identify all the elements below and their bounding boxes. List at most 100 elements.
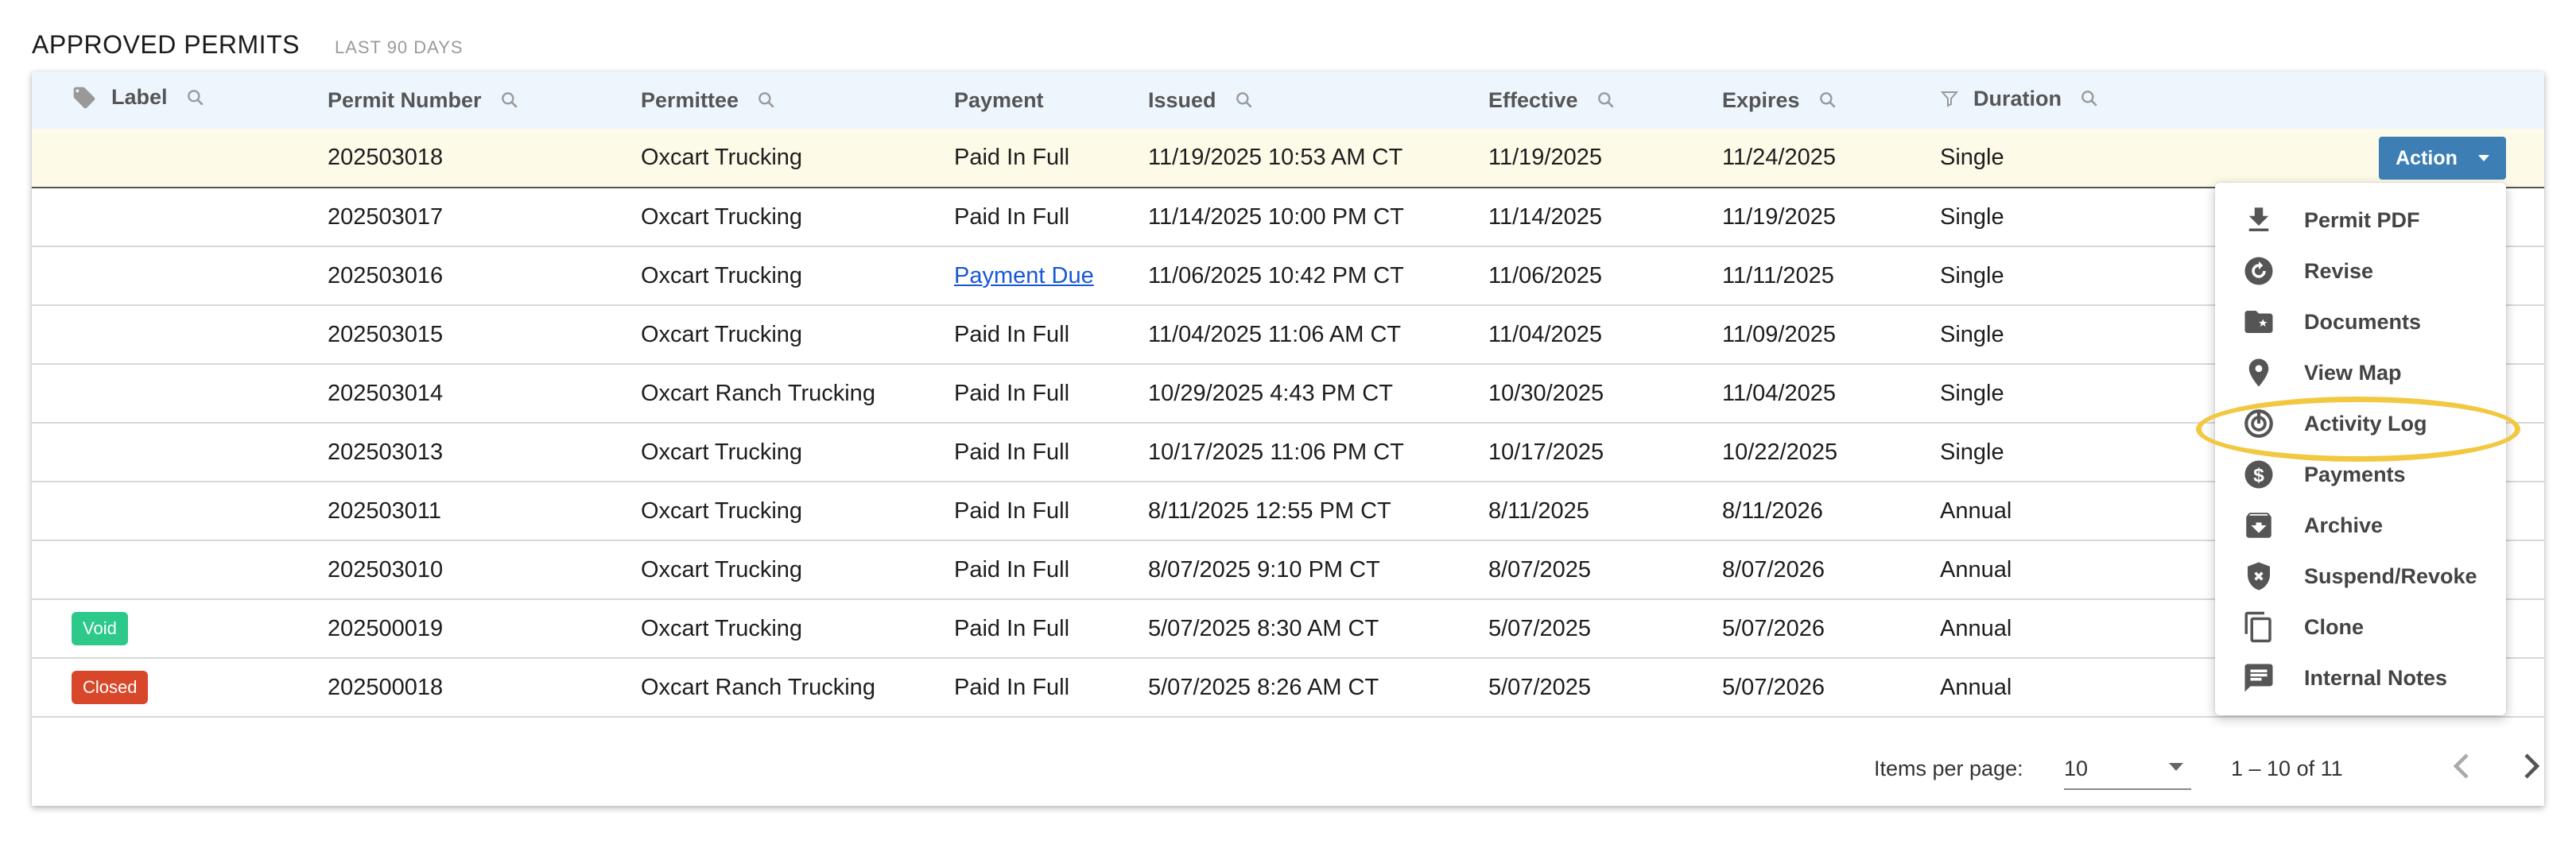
cell-expires: 11/09/2025 (1722, 321, 1836, 347)
cell-permittee: Oxcart Trucking (641, 615, 803, 641)
svg-text:$: $ (2253, 465, 2264, 486)
column-label-text: Label (111, 85, 168, 109)
cell-permittee: Oxcart Trucking (641, 145, 803, 170)
menu-item-payments[interactable]: $ Payments (2215, 449, 2506, 500)
cell-permittee: Oxcart Trucking (641, 556, 803, 583)
menu-item-documents[interactable]: Documents (2215, 296, 2506, 347)
menu-item-view-map[interactable]: View Map (2215, 347, 2506, 398)
cell-permittee: Oxcart Ranch Trucking (641, 380, 875, 406)
menu-item-label: Archive (2304, 513, 2384, 537)
column-header-expires: Expires (1722, 72, 1940, 129)
cell-expires: 11/19/2025 (1722, 203, 1836, 230)
table-row[interactable]: 202503018 Oxcart Trucking Paid In Full 1… (32, 129, 2544, 188)
cell-payment: Paid In Full (954, 145, 1070, 170)
menu-item-label: Documents (2304, 309, 2422, 334)
cell-effective: 10/30/2025 (1488, 380, 1604, 406)
copy-icon (2244, 611, 2271, 643)
menu-item-archive[interactable]: Archive (2215, 500, 2506, 551)
menu-item-clone[interactable]: Clone (2215, 602, 2506, 652)
cell-issued: 8/07/2025 9:10 PM CT (1148, 556, 1380, 583)
tag-icon (73, 87, 95, 108)
cell-label: Closed (32, 658, 328, 717)
table-row[interactable]: 202503016 Oxcart Trucking Payment Due 11… (32, 246, 2544, 305)
cell-payment: Paid In Full (954, 556, 1070, 583)
cell-expires: 11/11/2025 (1722, 262, 1834, 288)
column-permit-number-text: Permit Number (328, 87, 482, 112)
cell-payment: Paid In Full (954, 497, 1070, 524)
next-page-icon[interactable] (2509, 744, 2554, 788)
cell-expires: 11/04/2025 (1722, 380, 1836, 406)
column-header-label: Label (32, 72, 328, 129)
page-header: APPROVED PERMITS LAST 90 DAYS (32, 30, 464, 70)
cell-label (32, 188, 328, 246)
cell-permit-number: 202503015 (328, 321, 444, 347)
cell-permittee: Oxcart Trucking (641, 497, 803, 524)
items-per-page-value: 10 (2064, 757, 2089, 780)
menu-item-suspend-revoke[interactable]: Suspend/Revoke (2215, 551, 2506, 602)
search-icon[interactable] (756, 90, 777, 110)
revise-icon (2244, 257, 2273, 285)
map-pin-icon (2248, 358, 2269, 387)
payment-due-link[interactable]: Payment Due (954, 263, 1094, 288)
cell-label (32, 540, 328, 599)
search-icon[interactable] (2079, 88, 2100, 109)
table-row[interactable]: 202503015 Oxcart Trucking Paid In Full 1… (32, 305, 2544, 364)
search-icon[interactable] (499, 90, 520, 110)
column-permittee-text: Permittee (641, 87, 739, 112)
table-row[interactable]: Void 202500019 Oxcart Trucking Paid In F… (32, 599, 2544, 658)
cell-payment: Paid In Full (954, 615, 1070, 641)
download-icon (2248, 207, 2269, 231)
filter-icon[interactable] (1940, 89, 1959, 108)
cell-issued: 11/04/2025 11:06 AM CT (1148, 321, 1402, 347)
column-issued-text: Issued (1148, 87, 1216, 112)
notes-icon (2244, 664, 2273, 692)
cell-payment: Paid In Full (954, 203, 1070, 230)
cell-permit-number: 202503011 (328, 497, 442, 524)
cell-issued: 10/17/2025 11:06 PM CT (1148, 439, 1404, 465)
cell-effective: 11/04/2025 (1488, 321, 1602, 347)
cell-issued: 5/07/2025 8:26 AM CT (1148, 674, 1379, 700)
menu-item-internal-notes[interactable]: Internal Notes (2215, 652, 2506, 703)
closed-badge: Closed (72, 671, 149, 704)
items-per-page-select[interactable]: 10 (2064, 747, 2191, 790)
dollar-icon: $ (2244, 460, 2273, 489)
menu-item-revise[interactable]: Revise (2215, 246, 2506, 296)
search-icon[interactable] (1818, 90, 1838, 110)
cell-permittee: Oxcart Trucking (641, 321, 803, 347)
cell-expires: 5/07/2026 (1722, 674, 1825, 700)
table-row[interactable]: 202503013 Oxcart Trucking Paid In Full 1… (32, 423, 2544, 482)
menu-item-label: View Map (2304, 360, 2402, 385)
table-row[interactable]: 202503011 Oxcart Trucking Paid In Full 8… (32, 482, 2544, 540)
action-button-label: Action (2396, 146, 2458, 169)
cell-payment: Paid In Full (954, 321, 1070, 347)
table-row[interactable]: 202503010 Oxcart Trucking Paid In Full 8… (32, 540, 2544, 599)
cell-issued: 11/19/2025 10:53 AM CT (1148, 145, 1403, 170)
menu-item-permit-pdf[interactable]: Permit PDF (2215, 195, 2506, 246)
menu-item-activity-log[interactable]: Activity Log (2215, 398, 2506, 449)
void-badge: Void (72, 612, 128, 645)
table-row[interactable]: 202503014 Oxcart Ranch Trucking Paid In … (32, 364, 2544, 423)
action-button[interactable]: Action (2379, 137, 2506, 180)
cell-expires: 8/11/2026 (1722, 497, 1823, 524)
table-row[interactable]: 202503017 Oxcart Trucking Paid In Full 1… (32, 188, 2544, 246)
menu-item-label: Activity Log (2304, 411, 2427, 436)
cell-issued: 11/14/2025 10:00 PM CT (1148, 203, 1404, 230)
search-icon[interactable] (185, 87, 206, 108)
column-header-effective: Effective (1488, 72, 1722, 129)
menu-item-label: Clone (2304, 614, 2365, 639)
page-range-label: 1 – 10 of 11 (2231, 757, 2343, 780)
search-icon[interactable] (1234, 90, 1255, 110)
cell-permit-number: 202503013 (328, 439, 444, 465)
activity-log-icon (2244, 409, 2273, 438)
shield-x-icon (2248, 562, 2270, 590)
cell-payment: Paid In Full (954, 674, 1070, 700)
cell-label (32, 482, 328, 540)
previous-page-icon[interactable] (2439, 744, 2484, 788)
folder-star-icon (2244, 311, 2273, 333)
search-icon[interactable] (1596, 90, 1616, 110)
cell-label (32, 305, 328, 364)
page-subtitle: LAST 90 DAYS (334, 37, 464, 57)
table-row[interactable]: Closed 202500018 Oxcart Ranch Trucking P… (32, 658, 2544, 717)
cell-permittee: Oxcart Trucking (641, 439, 803, 465)
cell-expires: 5/07/2026 (1722, 615, 1825, 641)
